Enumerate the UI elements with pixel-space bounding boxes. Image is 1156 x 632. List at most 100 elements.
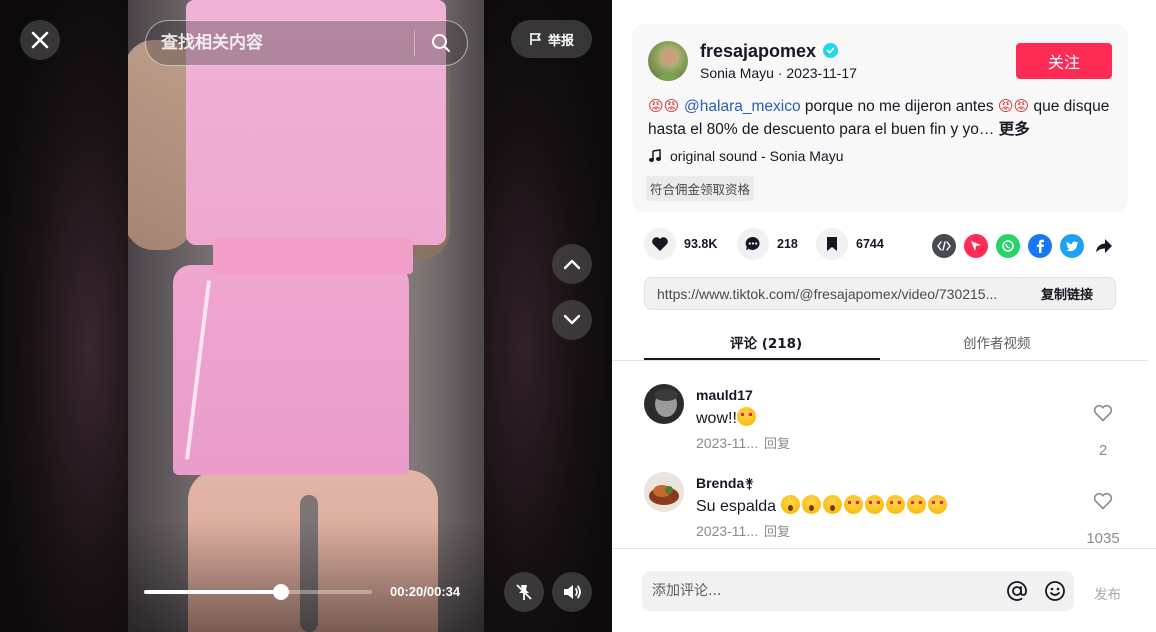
search-button[interactable]: [415, 21, 467, 65]
author-avatar[interactable]: [648, 41, 688, 81]
smiley-icon: [1045, 581, 1065, 601]
comment-item: Brenda⚵ Su espalda 2023-11... 回复 1035: [644, 472, 1124, 547]
volume-icon: [564, 585, 581, 599]
commenter-avatar[interactable]: [644, 472, 684, 512]
facebook-share-button[interactable]: [1028, 234, 1052, 258]
emoji-button[interactable]: [1036, 571, 1074, 611]
comment-tabs: 评论 (218) 创作者视频: [612, 324, 1148, 361]
twitter-share-button[interactable]: [1060, 234, 1084, 258]
heart-eyes-emoji-icon: [906, 495, 926, 514]
comment-like-button[interactable]: 1035: [1084, 492, 1122, 547]
share-arrow-icon: [1096, 239, 1112, 253]
video-player[interactable]: 举报 00:20/00:34: [0, 0, 612, 632]
more-share-button[interactable]: [1092, 234, 1116, 258]
comment-meta: 2023-11... 回复: [696, 433, 790, 452]
tab-comments[interactable]: 评论 (218): [730, 332, 802, 352]
post-date: 2023-11-17: [786, 65, 857, 81]
time-display: 00:20/00:34: [390, 584, 461, 599]
save-button[interactable]: 6744: [816, 228, 884, 260]
report-button[interactable]: 举报: [511, 20, 592, 58]
like-count: 93.8K: [684, 237, 718, 251]
chevron-up-icon: [563, 259, 581, 270]
music-note-icon: [649, 149, 661, 162]
comment-meta: 2023-11... 回复: [696, 521, 790, 540]
whatsapp-share-button[interactable]: [996, 234, 1020, 258]
comment-date: 2023-11...: [696, 523, 759, 539]
mention-button[interactable]: [998, 571, 1036, 611]
author-display-name: Sonia Mayu: [700, 65, 774, 81]
comment-input-box: [642, 571, 1074, 611]
sound-label: original sound - Sonia Mayu: [670, 148, 844, 164]
heart-eyes-emoji-icon: [927, 495, 947, 514]
like-icon-container: [644, 228, 676, 260]
comment-date: 2023-11...: [696, 435, 759, 451]
save-count: 6744: [856, 237, 884, 251]
commenter-username[interactable]: mauld17: [696, 387, 753, 403]
astonished-emoji-icon: [780, 495, 800, 514]
comment-icon-container: [737, 228, 769, 260]
verified-badge-icon: [823, 43, 838, 58]
commission-tag: 符合佣金领取资格: [646, 176, 755, 201]
caption-mention[interactable]: @halara_mexico: [684, 98, 801, 115]
search-icon: [432, 34, 450, 52]
video-caption: 😡😡 @halara_mexico porque no me dijeron a…: [648, 95, 1114, 141]
bookmark-icon: [827, 237, 837, 251]
progress-bar[interactable]: [144, 584, 372, 600]
caption-more-link[interactable]: 更多: [994, 121, 1030, 138]
commenter-avatar[interactable]: [644, 384, 684, 424]
comment-text: wow!!: [696, 407, 758, 428]
like-button[interactable]: 93.8K: [644, 228, 717, 260]
heart-icon: [652, 237, 668, 251]
commenter-username[interactable]: Brenda⚵: [696, 475, 755, 492]
comment-text-body: Su espalda: [696, 498, 781, 515]
report-label: 举报: [547, 33, 574, 49]
comment-item: mauld17 wow!! 2023-11... 回复 2: [644, 384, 1124, 459]
progress-handle[interactable]: [272, 584, 289, 600]
video-frame[interactable]: [128, 0, 484, 632]
copy-link-button[interactable]: 复制链接: [1019, 284, 1115, 303]
heart-eyes-emoji-icon: [843, 495, 863, 514]
close-button[interactable]: [20, 20, 60, 60]
heart-outline-icon: [1093, 404, 1113, 422]
floating-player-button[interactable]: [504, 572, 544, 612]
author-username[interactable]: fresajapomex: [700, 41, 816, 62]
video-link-url[interactable]: https://www.tiktok.com/@fresajapomex/vid…: [645, 286, 1019, 302]
reply-button[interactable]: 回复: [764, 525, 790, 540]
comment-count: 218: [777, 237, 798, 251]
embed-share-button[interactable]: [932, 234, 956, 258]
comment-input[interactable]: [642, 583, 998, 599]
avatar-image: [644, 384, 684, 424]
video-link-box: https://www.tiktok.com/@fresajapomex/vid…: [644, 277, 1116, 310]
tab-creator-videos[interactable]: 创作者视频: [963, 332, 1031, 352]
comment-text-body: wow!!: [696, 410, 737, 427]
video-blur-background-left: [0, 0, 128, 632]
search-input[interactable]: [146, 21, 414, 65]
video-figure-arm: [128, 40, 194, 250]
whatsapp-icon: [1002, 240, 1014, 252]
angry-emoji-icon: 😡😡: [997, 97, 1030, 115]
post-comment-button[interactable]: 发布: [1094, 583, 1121, 603]
comment-like-button[interactable]: 2: [1084, 404, 1122, 459]
send-to-friends-button[interactable]: [964, 234, 988, 258]
paper-plane-icon: [971, 241, 981, 251]
author-meta: Sonia Mayu · 2023-11-17: [700, 65, 857, 81]
volume-button[interactable]: [552, 572, 592, 612]
angry-emoji-icon: 😡😡: [648, 97, 685, 115]
pin-off-icon: [516, 584, 532, 600]
close-icon: [31, 31, 49, 49]
caption-text: porque no me dijeron antes: [800, 98, 998, 115]
active-tab-underline: [644, 358, 880, 360]
at-sign-icon: [1007, 581, 1027, 601]
save-icon-container: [816, 228, 848, 260]
next-video-button[interactable]: [552, 300, 592, 340]
video-blur-background-right: [484, 0, 612, 632]
sound-link[interactable]: original sound - Sonia Mayu: [648, 148, 844, 164]
comment-button[interactable]: 218: [737, 228, 798, 260]
chevron-down-icon: [563, 314, 581, 325]
reply-button[interactable]: 回复: [764, 437, 790, 452]
avatar-image: [656, 48, 681, 81]
previous-video-button[interactable]: [552, 244, 592, 284]
comment-icon: [745, 236, 760, 251]
follow-button[interactable]: 关注: [1016, 43, 1112, 79]
search-bar[interactable]: [145, 20, 468, 66]
